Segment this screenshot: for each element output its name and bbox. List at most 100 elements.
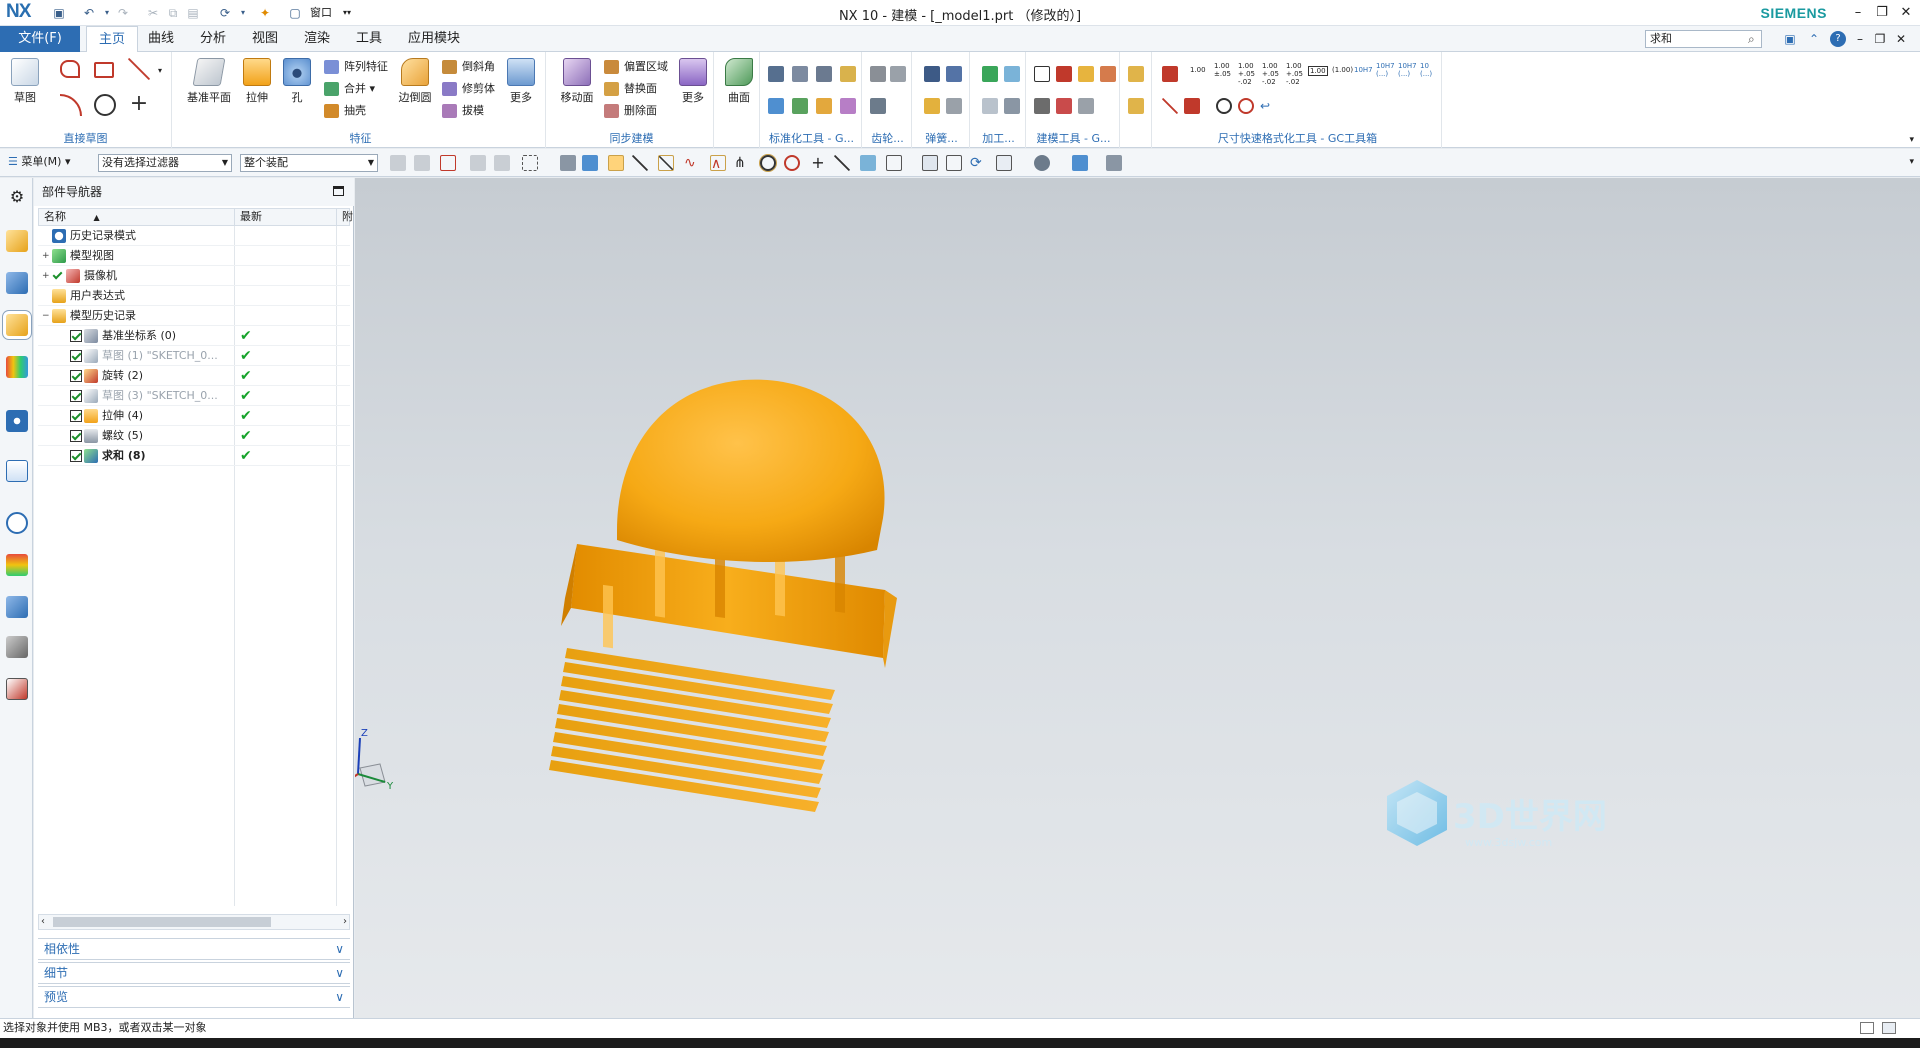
toolbar-options-icon[interactable]: ▾ xyxy=(1909,157,1914,167)
dim-tool-icon[interactable] xyxy=(1162,66,1178,82)
copy-icon[interactable]: ⧉ xyxy=(164,4,182,22)
visibility-checkbox[interactable] xyxy=(70,370,82,382)
visibility-icon[interactable] xyxy=(1072,155,1088,171)
tree-row[interactable]: − 模型历史记录 xyxy=(38,306,350,326)
visibility-checkbox[interactable] xyxy=(70,410,82,422)
build-tool-4-icon[interactable] xyxy=(1100,66,1116,82)
cap-model[interactable] xyxy=(549,379,897,812)
sketch-more-icon[interactable]: ▾ xyxy=(158,66,174,82)
column-name[interactable]: 名称 ▲ xyxy=(39,209,235,225)
visibility-checkbox[interactable] xyxy=(70,450,82,462)
spring-tool-2-icon[interactable] xyxy=(946,66,962,82)
move-face-button[interactable]: 移动面 xyxy=(554,56,600,105)
tab-tools[interactable]: 工具 xyxy=(344,26,394,52)
gear-tool-3-icon[interactable] xyxy=(870,98,886,114)
spring-tool-3-icon[interactable] xyxy=(924,98,940,114)
repeat-dropdown-icon[interactable]: ▾ xyxy=(234,4,252,22)
dim-format-5[interactable]: 1.00 +.05 -.02 xyxy=(1286,62,1306,86)
role-icon[interactable] xyxy=(6,678,28,700)
profile-icon[interactable] xyxy=(60,60,80,78)
trim-body-button[interactable]: 修剪体 xyxy=(442,80,495,98)
std-tool-8-icon[interactable] xyxy=(840,98,856,114)
dim-format-1[interactable]: 1.00 xyxy=(1190,66,1206,74)
tree-row[interactable]: 用户表达式 xyxy=(38,286,350,306)
history-clock-icon[interactable] xyxy=(6,512,28,534)
std-tool-7-icon[interactable] xyxy=(816,98,832,114)
delete-face-button[interactable]: 删除面 xyxy=(604,102,657,120)
tab-view[interactable]: 视图 xyxy=(240,26,290,52)
assembly-navigator-icon[interactable] xyxy=(6,230,28,252)
dim-tool-3-icon[interactable] xyxy=(1184,98,1200,114)
repeat-command-icon[interactable]: ⟳ xyxy=(216,4,234,22)
std-tool-5-icon[interactable] xyxy=(768,98,784,114)
tab-curve[interactable]: 曲线 xyxy=(136,26,186,52)
dim-format-11[interactable]: 10 (...) xyxy=(1420,62,1440,78)
machining-tool-3-icon[interactable] xyxy=(982,98,998,114)
ribbon-options-icon[interactable]: ▾ xyxy=(1909,135,1914,145)
shell-button[interactable]: 抽壳 xyxy=(324,102,366,120)
file-menu[interactable]: 文件(F) xyxy=(0,26,80,52)
graphics-window[interactable]: Z Y 3D世界网 www.3dsjw.com xyxy=(355,178,1920,1018)
dim-tool-2-icon[interactable] xyxy=(1162,98,1178,114)
tab-applications[interactable]: 应用模块 xyxy=(396,26,472,52)
snap-intersection-icon[interactable]: ∧ xyxy=(710,155,726,172)
snap-on-face-icon[interactable] xyxy=(860,155,876,171)
machining-tool-2-icon[interactable] xyxy=(1004,66,1020,82)
snap-endpoint-icon[interactable] xyxy=(632,155,648,171)
line-icon[interactable] xyxy=(128,58,150,80)
snap-solid-icon[interactable] xyxy=(582,155,598,171)
scroll-thumb[interactable] xyxy=(53,917,271,927)
web-browser-icon[interactable] xyxy=(6,460,28,482)
extrude-button[interactable]: 拉伸 xyxy=(238,56,276,105)
doc-close-icon[interactable]: ✕ xyxy=(1893,31,1909,47)
cut-icon[interactable]: ✂ xyxy=(144,4,162,22)
arc-icon[interactable] xyxy=(60,94,82,116)
selection-filter-select[interactable]: 没有选择过滤器 ▼ xyxy=(98,154,232,172)
column-latest[interactable]: 最新 xyxy=(235,209,337,225)
select-tool-5-icon[interactable] xyxy=(494,155,510,171)
tree-row[interactable]: 草图 (1) "SKETCH_0... ✔ xyxy=(38,346,350,366)
view-fit-icon[interactable] xyxy=(922,155,938,171)
tree-row[interactable]: 历史记录模式 xyxy=(38,226,350,246)
view-zoom-icon[interactable] xyxy=(946,155,962,171)
chamfer-button[interactable]: 倒斜角 xyxy=(442,58,495,76)
surface-button[interactable]: 曲面 xyxy=(720,56,758,105)
snap-body-icon[interactable] xyxy=(560,155,576,171)
collapse-ribbon-icon[interactable]: ⌃ xyxy=(1806,31,1822,47)
extra-tool-2-icon[interactable] xyxy=(1128,98,1144,114)
visibility-checkbox[interactable] xyxy=(70,430,82,442)
close-button[interactable]: ✕ xyxy=(1895,2,1917,24)
details-panel[interactable]: 细节 ∨ xyxy=(38,962,350,984)
tree-row[interactable]: 拉伸 (4) ✔ xyxy=(38,406,350,426)
horizontal-scrollbar[interactable]: ‹ › xyxy=(38,914,350,930)
reuse-library-icon[interactable] xyxy=(6,356,28,378)
build-tool-2-icon[interactable] xyxy=(1056,66,1072,82)
dim-format-3[interactable]: 1.00 +.05 -.02 xyxy=(1238,62,1258,86)
build-tool-3-icon[interactable] xyxy=(1078,66,1094,82)
pattern-feature-button[interactable]: 阵列特征 xyxy=(324,58,388,76)
save-icon[interactable]: ▣ xyxy=(50,4,68,22)
select-tool-4-icon[interactable] xyxy=(470,155,486,171)
unite-button[interactable]: 合并 ▾ xyxy=(324,80,375,98)
visibility-checkbox[interactable] xyxy=(70,330,82,342)
scope-select[interactable]: 整个装配 ▼ xyxy=(240,154,378,172)
snap-arc-icon[interactable]: ⋔ xyxy=(734,155,750,171)
std-tool-3-icon[interactable] xyxy=(816,66,832,82)
dim-format-8[interactable]: 10H7 xyxy=(1354,66,1373,74)
scroll-right-icon[interactable]: › xyxy=(343,915,347,929)
snap-control-icon[interactable]: ∿ xyxy=(684,155,700,171)
spring-tool-1-icon[interactable] xyxy=(924,66,940,82)
help-icon[interactable]: ? xyxy=(1830,31,1846,47)
dim-format-4[interactable]: 1.00 +.05 -.02 xyxy=(1262,62,1282,86)
doc-restore-icon[interactable]: ❐ xyxy=(1872,31,1888,47)
rotate-icon[interactable]: ⟳ xyxy=(970,155,986,171)
visibility-checkbox[interactable] xyxy=(70,350,82,362)
draft-button[interactable]: 拔模 xyxy=(442,102,484,120)
datum-plane-button[interactable]: 基准平面 xyxy=(186,56,232,105)
build-tool-5-icon[interactable] xyxy=(1034,98,1050,114)
tree-row[interactable]: 求和 (8) ✔ xyxy=(38,446,350,466)
spring-tool-4-icon[interactable] xyxy=(946,98,962,114)
expand-icon[interactable]: + xyxy=(42,246,50,266)
tree-row[interactable]: 草图 (3) "SKETCH_0... ✔ xyxy=(38,386,350,406)
process-studio-icon[interactable] xyxy=(6,596,28,618)
